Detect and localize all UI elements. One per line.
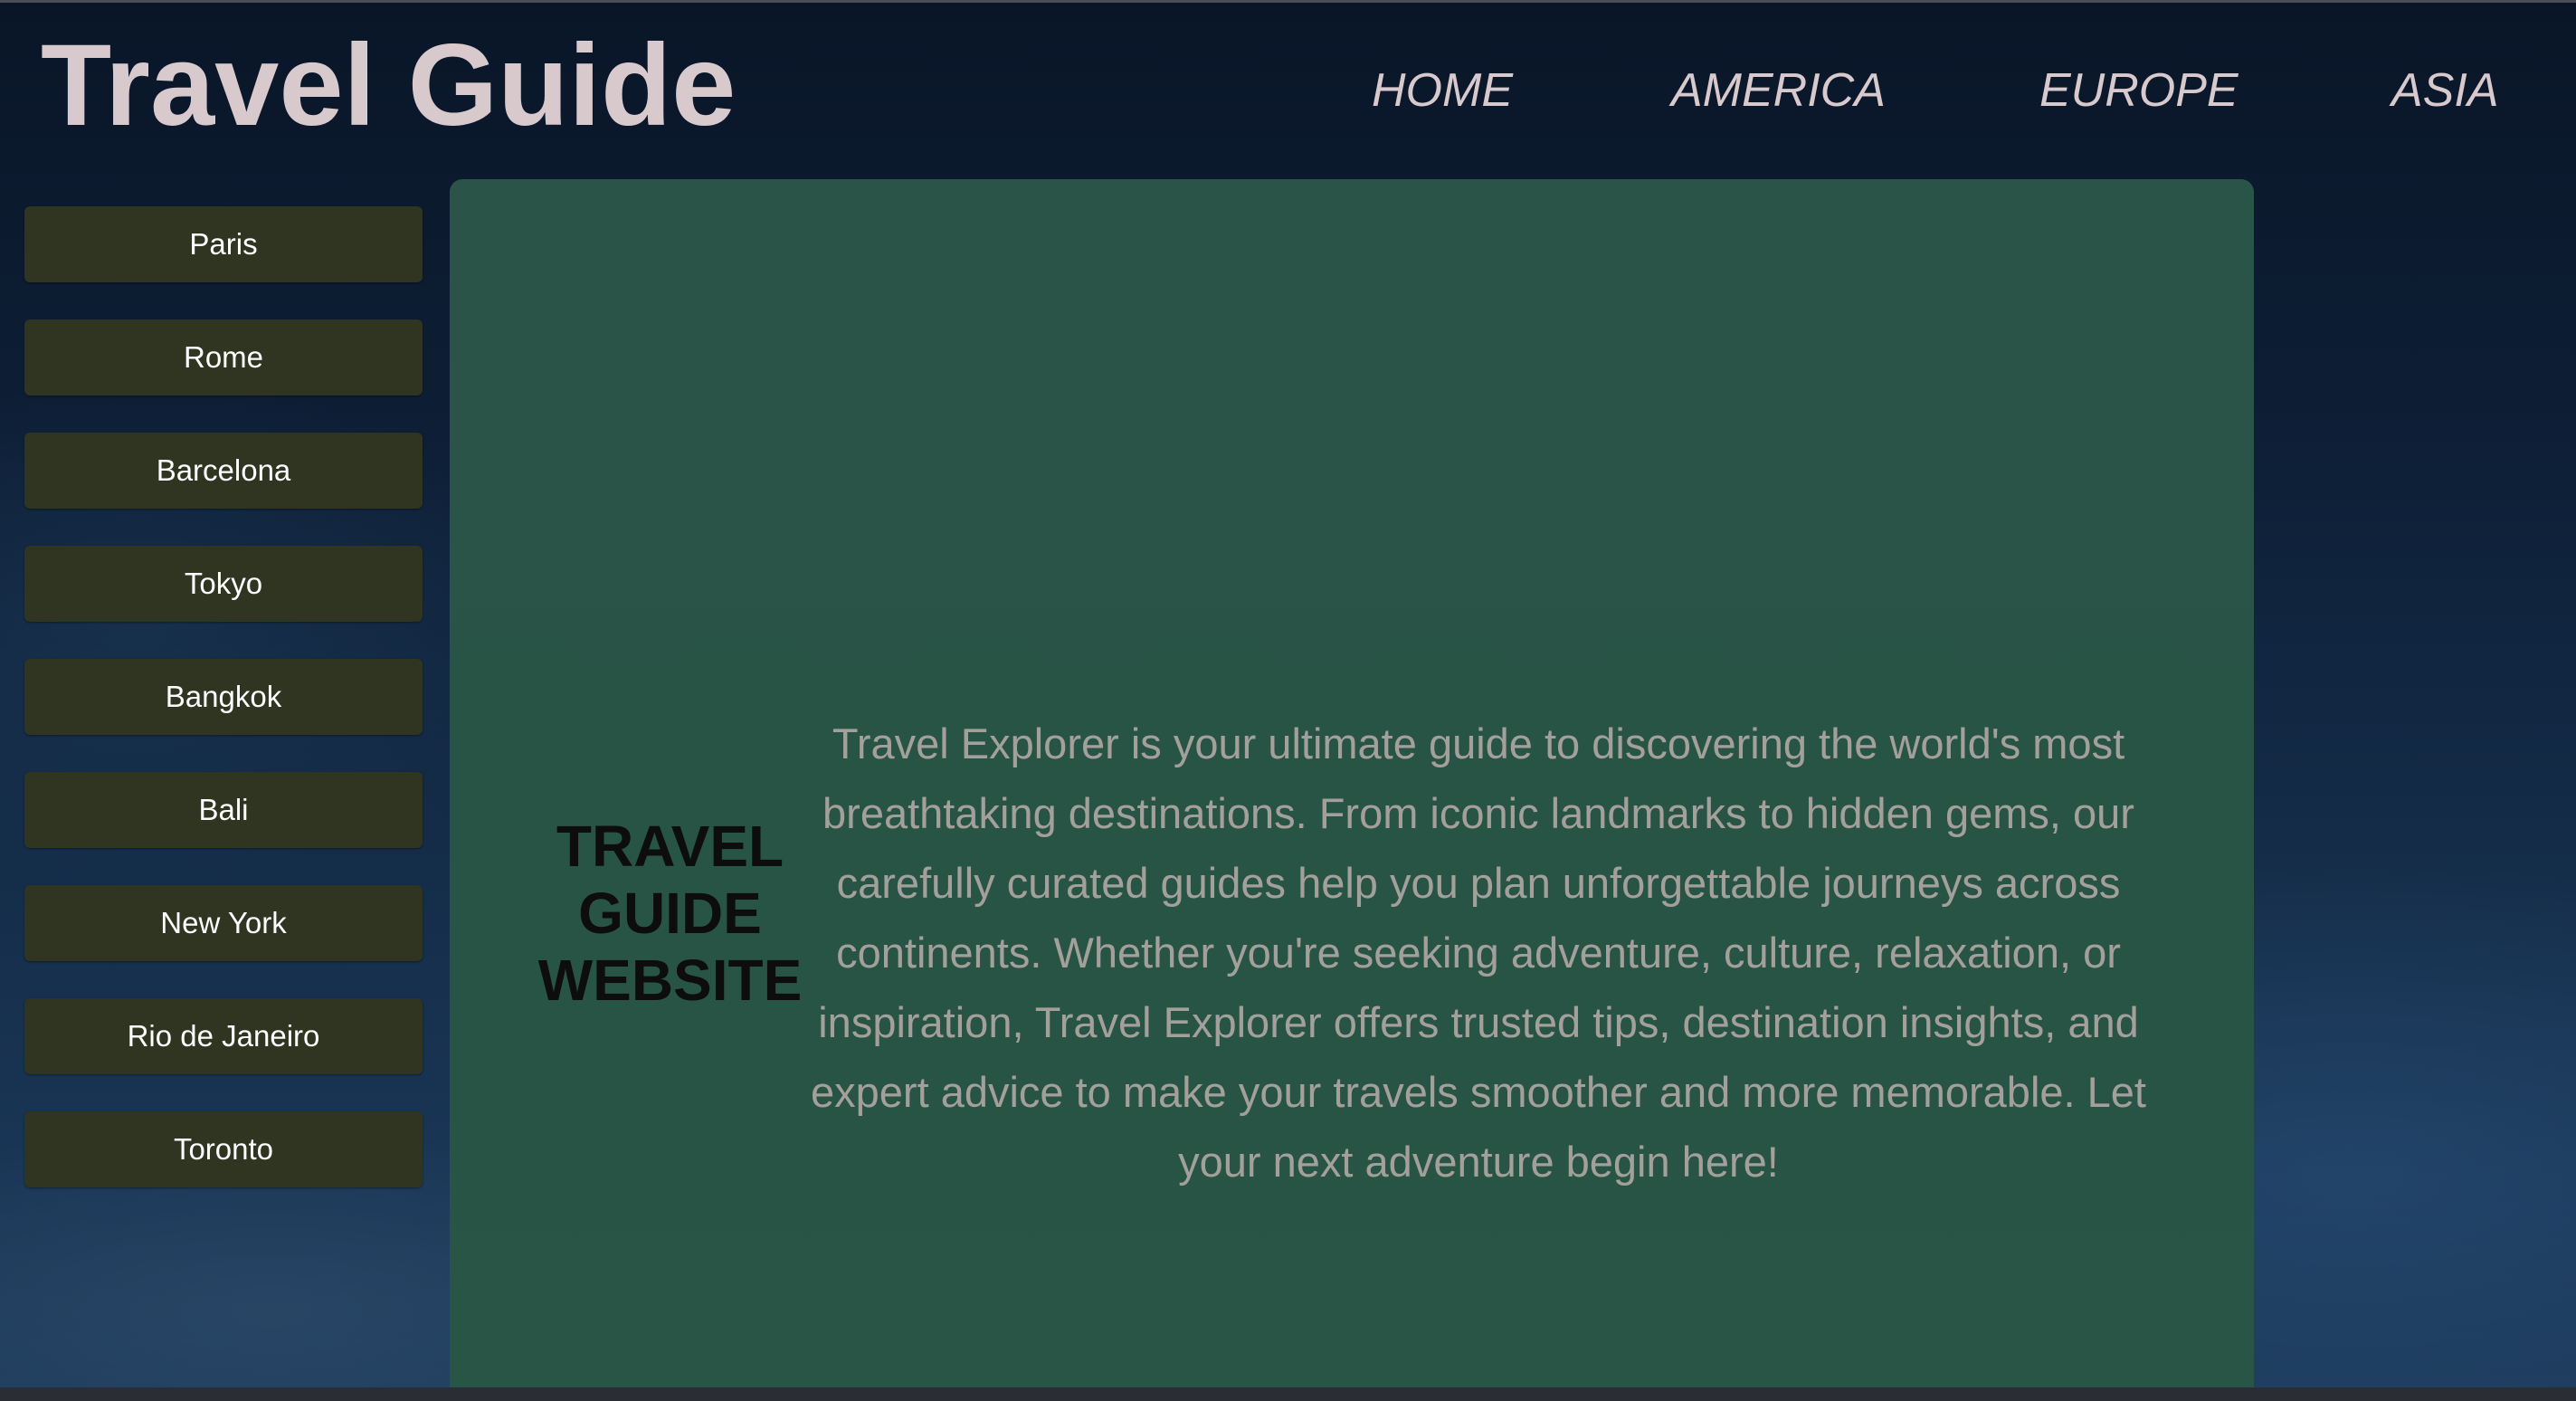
city-button-bangkok[interactable]: Bangkok bbox=[24, 659, 423, 735]
city-button-rome[interactable]: Rome bbox=[24, 319, 423, 396]
panel-heading-line: GUIDE bbox=[578, 881, 762, 946]
nav-europe-link[interactable]: EUROPE bbox=[2039, 62, 2239, 119]
city-button-barcelona[interactable]: Barcelona bbox=[24, 433, 423, 509]
nav-home-link[interactable]: HOME bbox=[1372, 62, 1513, 119]
panel-heading-line: TRAVEL bbox=[556, 814, 784, 879]
intro-paragraph: Travel Explorer is your ultimate guide t… bbox=[811, 720, 2146, 1186]
nav-asia-link[interactable]: ASIA bbox=[2391, 62, 2499, 119]
city-button-new-york[interactable]: New York bbox=[24, 885, 423, 961]
city-sidebar: Paris Rome Barcelona Tokyo Bangkok Bali … bbox=[24, 206, 423, 1225]
top-border bbox=[0, 0, 2576, 3]
city-button-toronto[interactable]: Toronto bbox=[24, 1111, 423, 1187]
city-button-rio-de-janeiro[interactable]: Rio de Janeiro bbox=[24, 998, 423, 1074]
city-button-paris[interactable]: Paris bbox=[24, 206, 423, 282]
city-button-tokyo[interactable]: Tokyo bbox=[24, 546, 423, 622]
panel-heading: TRAVEL GUIDE WEBSITE bbox=[537, 813, 803, 1014]
city-button-bali[interactable]: Bali bbox=[24, 772, 423, 848]
site-title: Travel Guide bbox=[41, 21, 737, 150]
panel-heading-line: WEBSITE bbox=[537, 948, 803, 1013]
nav-america-link[interactable]: AMERICA bbox=[1671, 62, 1886, 119]
bottom-taskbar-strip bbox=[0, 1387, 2576, 1401]
content-panel: TRAVEL GUIDE WEBSITE Travel Explorer is … bbox=[450, 179, 2254, 1392]
